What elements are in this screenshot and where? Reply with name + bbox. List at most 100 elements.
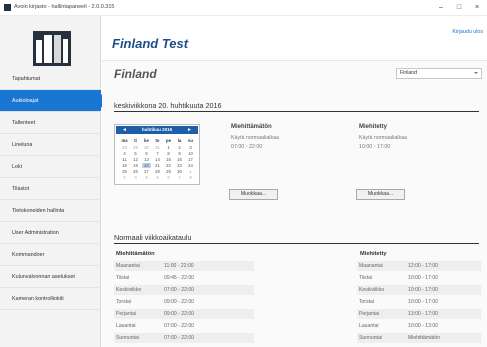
calendar-day[interactable]: 7: [153, 151, 162, 156]
calendar-day[interactable]: 15: [164, 157, 173, 162]
calendar-day[interactable]: 5: [131, 151, 140, 156]
calendar-day[interactable]: 29: [164, 169, 173, 174]
schedule-time: 09:45 - 22:00: [164, 275, 195, 281]
calendar-day-selected[interactable]: 20: [142, 163, 151, 168]
weekday-label: to: [155, 138, 160, 143]
calendar-day[interactable]: 3: [131, 175, 140, 180]
calendar-day[interactable]: 1: [186, 169, 195, 174]
calendar-day[interactable]: 31: [153, 145, 162, 150]
calendar-day[interactable]: 1: [164, 145, 173, 150]
calendar-day[interactable]: 17: [186, 157, 195, 162]
calendar-day[interactable]: 11: [120, 157, 129, 162]
calendar-day[interactable]: 24: [186, 163, 195, 168]
schedule-day: Keskiviikko: [359, 287, 385, 293]
calendar-header: ◄ huhtikuu 2016 ►: [116, 126, 198, 134]
calendar-day[interactable]: 18: [120, 163, 129, 168]
calendar-day[interactable]: 2: [175, 145, 184, 150]
calendar-day[interactable]: 8: [186, 175, 195, 180]
schedule-day: Torstai: [116, 299, 132, 305]
maximize-icon[interactable]: □: [452, 2, 466, 14]
sidebar-item-computer-management[interactable]: Tietokoneiden hallinta: [0, 200, 101, 222]
unattended-schedule-heading: Miehittämätön: [116, 251, 155, 257]
calendar-day[interactable]: 19: [131, 163, 140, 168]
schedule-time: 13:00 - 17:00: [408, 311, 439, 317]
attended-heading: Miehitetty: [359, 124, 388, 130]
sidebar-item-opening-hours[interactable]: Aukioloajat: [0, 90, 107, 112]
calendar-day[interactable]: 4: [142, 175, 151, 180]
calendar-day[interactable]: 21: [153, 163, 162, 168]
schedule-day: Tiistai: [359, 275, 373, 281]
schedule-time: 09:00 - 22:00: [164, 311, 195, 317]
calendar-day[interactable]: 22: [164, 163, 173, 168]
table-row: Keskiviikko 10:00 - 17:00: [357, 285, 481, 295]
calendar-day[interactable]: 9: [175, 151, 184, 156]
schedule-day: Perjantai: [116, 311, 137, 317]
calendar-day[interactable]: 30: [142, 145, 151, 150]
sidebar-item-lineluna[interactable]: Lineluna: [0, 134, 101, 156]
calendar-day[interactable]: 6: [142, 151, 151, 156]
schedule-day: Maanantai: [116, 263, 140, 269]
calendar-day[interactable]: 13: [142, 157, 151, 162]
calendar-day[interactable]: 16: [175, 157, 184, 162]
schedule-day: Torstai: [359, 299, 375, 305]
sidebar-item-recordings[interactable]: Tallenteet: [0, 112, 101, 134]
calendar-day[interactable]: 23: [175, 163, 184, 168]
previous-month-icon[interactable]: ◄: [122, 126, 127, 134]
bookshelf-logo-icon: [33, 31, 71, 66]
weekday-label: ma: [121, 138, 128, 143]
calendar-day[interactable]: 29: [131, 145, 140, 150]
main-content: Finland Finland keskiviikkona 20. huhtik…: [102, 60, 487, 347]
calendar-day[interactable]: 30: [175, 169, 184, 174]
chevron-down-icon: [474, 72, 478, 74]
calendar-day[interactable]: 25: [120, 169, 129, 174]
calendar-day[interactable]: 4: [120, 151, 129, 156]
sidebar-item-user-administration[interactable]: User Administration: [0, 222, 101, 244]
close-icon[interactable]: ×: [470, 2, 484, 14]
weekday-label: pe: [166, 138, 171, 143]
calendar-day[interactable]: 14: [153, 157, 162, 162]
schedule-time: 10:00 - 17:00: [408, 275, 439, 281]
schedule-day: Sunnuntai: [116, 335, 139, 341]
schedule-time: 07:00 - 22:00: [164, 287, 195, 293]
schedule-day: Sunnuntai: [359, 335, 382, 341]
sidebar: Tapahtumat Aukioloajat Tallenteet Linelu…: [0, 16, 107, 347]
unattended-hours: 07:00 - 22:00: [231, 144, 263, 150]
sidebar-item-camera-control-log[interactable]: Kameran kontrolliokiti: [0, 288, 101, 310]
attended-mode: Käytä normaaliaikaa: [359, 135, 407, 141]
calendar-day[interactable]: 12: [131, 157, 140, 162]
sidebar-item-events[interactable]: Tapahtumat: [0, 68, 101, 90]
date-calendar[interactable]: ◄ huhtikuu 2016 ► ma ti ke to pe la su 2…: [114, 124, 200, 185]
calendar-day[interactable]: 26: [131, 169, 140, 174]
edit-attended-button[interactable]: Muokkaa...: [356, 189, 405, 200]
table-row: Keskiviikko 07:00 - 22:00: [114, 285, 254, 295]
selected-date-title: keskiviikkona 20. huhtikuuta 2016: [114, 101, 222, 110]
location-select-value: Finland: [400, 70, 418, 76]
schedule-day: Perjantai: [359, 311, 380, 317]
sidebar-item-log[interactable]: Loki: [0, 156, 101, 178]
calendar-day[interactable]: 7: [175, 175, 184, 180]
calendar-day[interactable]: 28: [120, 145, 129, 150]
unattended-heading: Miehittämätön: [231, 124, 272, 130]
calendar-day[interactable]: 28: [153, 169, 162, 174]
calendar-day[interactable]: 10: [186, 151, 195, 156]
calendar-day[interactable]: 5: [153, 175, 162, 180]
edit-unattended-button[interactable]: Muokkaa...: [229, 189, 278, 200]
calendar-day[interactable]: 2: [120, 175, 129, 180]
next-month-icon[interactable]: ►: [187, 126, 192, 134]
calendar-day[interactable]: 8: [164, 151, 173, 156]
schedule-day: Lauantai: [359, 323, 379, 329]
calendar-day[interactable]: 27: [142, 169, 151, 174]
schedule-time: 07:00 - 22:00: [164, 335, 195, 341]
minimize-icon[interactable]: –: [434, 2, 448, 14]
location-select[interactable]: Finland: [396, 68, 482, 79]
calendar-day[interactable]: 6: [164, 175, 173, 180]
schedule-time: 07:00 - 22:00: [164, 323, 195, 329]
sidebar-item-commands[interactable]: Kommandoer: [0, 244, 101, 266]
sidebar-item-statistics[interactable]: Tilastot: [0, 178, 101, 200]
sidebar-item-access-control-settings[interactable]: Kulunvalvonnan asetukset: [0, 266, 101, 288]
table-row: Torstai 09:00 - 22:00: [114, 297, 254, 307]
logout-link[interactable]: Kirjaudu ulos: [452, 29, 483, 35]
app-header: Finland Test Kirjaudu ulos: [102, 16, 487, 60]
calendar-day[interactable]: 3: [186, 145, 195, 150]
schedule-time: 10:00 - 17:00: [408, 287, 439, 293]
